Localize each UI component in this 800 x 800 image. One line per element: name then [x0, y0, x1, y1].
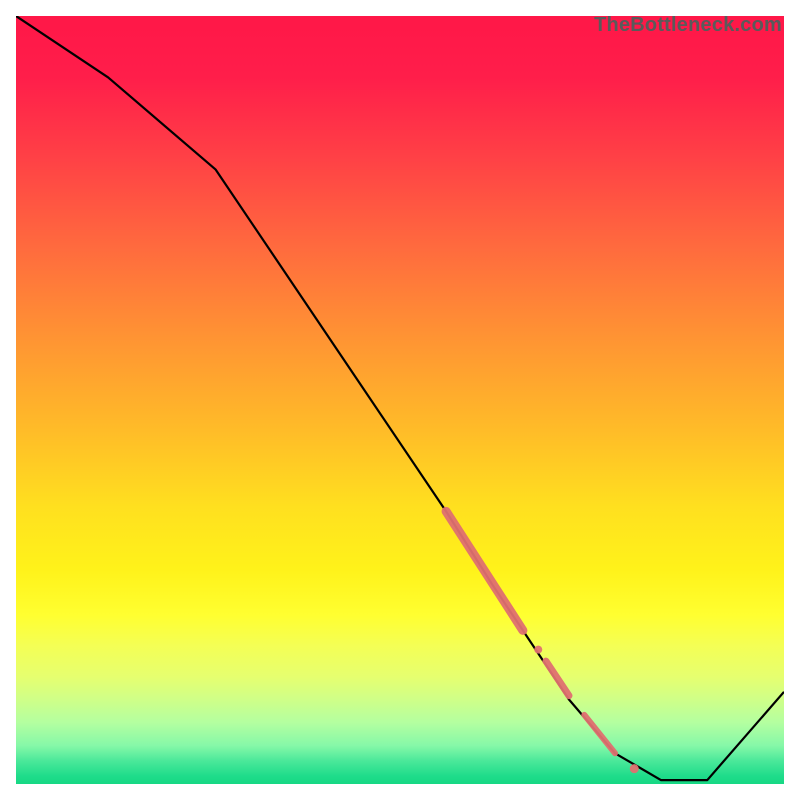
plot-area: TheBottleneck.com [16, 16, 784, 784]
watermark-text: TheBottleneck.com [594, 14, 782, 37]
chart-stage: TheBottleneck.com [0, 0, 800, 800]
heat-gradient-background [16, 16, 784, 784]
